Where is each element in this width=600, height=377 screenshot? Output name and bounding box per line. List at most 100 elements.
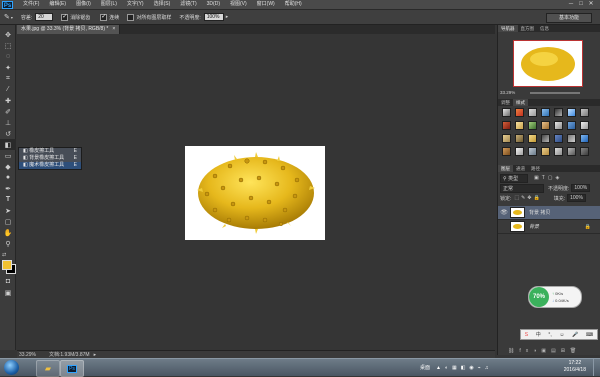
blur-tool-icon[interactable]: ◆ xyxy=(0,161,16,172)
network-monitor-widget[interactable]: 70% ↑ 0K/s ↓ 0.04K/s xyxy=(528,286,582,308)
style-swatch[interactable] xyxy=(567,134,576,143)
style-swatch[interactable] xyxy=(528,134,537,143)
menu-item[interactable]: 图层(L) xyxy=(96,0,122,9)
desktop-toolbar-label[interactable]: 桌面 xyxy=(420,364,430,371)
lock-icons[interactable]: ⬚✎✥🔒 xyxy=(514,195,541,201)
taskbar-photoshop-button[interactable]: Ps xyxy=(60,360,84,377)
fill-input[interactable]: 100% xyxy=(567,194,586,202)
minimize-button[interactable]: ─ xyxy=(566,1,576,8)
style-swatch[interactable] xyxy=(541,134,550,143)
style-swatch[interactable] xyxy=(502,121,511,130)
style-swatch[interactable] xyxy=(554,134,563,143)
eraser-tool-icon[interactable]: ◧ xyxy=(0,139,16,150)
show-desktop-button[interactable] xyxy=(593,359,600,376)
brush-tool-icon[interactable]: ✐ xyxy=(0,106,16,117)
tab-styles[interactable]: 样式 xyxy=(513,99,528,106)
foreground-color[interactable] xyxy=(2,260,12,270)
shape-tool-icon[interactable]: ▢ xyxy=(0,216,16,227)
opacity-input[interactable]: 100% xyxy=(203,13,224,21)
style-swatch[interactable] xyxy=(580,121,589,130)
zoom-tool-icon[interactable]: ⚲ xyxy=(0,238,16,249)
taskbar-explorer-button[interactable]: ▰ xyxy=(36,360,60,377)
zoom-slider[interactable] xyxy=(530,92,580,94)
screen-mode-icon[interactable]: ▣ xyxy=(0,287,16,298)
document-canvas[interactable] xyxy=(185,146,325,240)
menu-item[interactable]: 图像(I) xyxy=(71,0,96,9)
eye-icon[interactable]: 👁 xyxy=(498,209,510,216)
system-clock[interactable]: 17:22 2016/4/18 xyxy=(564,360,586,374)
ime-toolbar[interactable]: S 中 °, ☺ 🎤 ⌨ xyxy=(520,329,598,340)
flyout-item-magic-eraser[interactable]: ◧ 魔术橡皮擦工具 E xyxy=(19,162,81,169)
marquee-tool-icon[interactable]: ⬚ xyxy=(0,40,16,51)
hand-tool-icon[interactable]: ✋ xyxy=(0,227,16,238)
dodge-tool-icon[interactable]: ● xyxy=(0,172,16,183)
maximize-button[interactable]: □ xyxy=(576,1,586,8)
style-swatch[interactable] xyxy=(502,108,511,117)
pen-tool-icon[interactable]: ✒ xyxy=(0,183,16,194)
tab-adjustments[interactable]: 调整 xyxy=(498,99,513,106)
style-swatch[interactable] xyxy=(515,108,524,117)
menu-item[interactable]: 选择(S) xyxy=(149,0,176,9)
style-swatch[interactable] xyxy=(515,147,524,156)
quick-select-tool-icon[interactable]: ✦ xyxy=(0,62,16,73)
tab-paths[interactable]: 路径 xyxy=(528,165,543,172)
tab-channels[interactable]: 通道 xyxy=(513,165,528,172)
tab-close-icon[interactable]: × xyxy=(112,25,115,34)
history-brush-icon[interactable]: ↺ xyxy=(0,128,16,139)
style-swatch[interactable] xyxy=(502,134,511,143)
gradient-tool-icon[interactable]: ▭ xyxy=(0,150,16,161)
menu-item[interactable]: 编辑(E) xyxy=(44,0,71,9)
style-swatch[interactable] xyxy=(554,108,563,117)
tray-icons[interactable]: ▲◐▦◧◉⌁♫ xyxy=(436,365,493,371)
layer-row[interactable]: 背景 🔒 xyxy=(498,220,600,234)
quick-mask-icon[interactable]: ◘ xyxy=(0,276,16,287)
style-swatch[interactable] xyxy=(567,108,576,117)
layer-opacity-input[interactable]: 100% xyxy=(571,184,591,192)
blend-mode-select[interactable]: 正常 xyxy=(500,183,544,193)
all-layers-checkbox[interactable] xyxy=(127,13,135,21)
close-button[interactable]: ✕ xyxy=(586,1,596,8)
document-tab[interactable]: 水果.jpg @ 33.3% (背景 拷贝, RGB/8) * × xyxy=(17,25,121,34)
tab-layers[interactable]: 图层 xyxy=(498,165,513,172)
layer-row[interactable]: 👁 背景 拷贝 xyxy=(498,206,600,220)
menu-item[interactable]: 视图(V) xyxy=(225,0,252,9)
style-swatch[interactable] xyxy=(541,147,550,156)
style-swatch[interactable] xyxy=(515,121,524,130)
workspace-button[interactable]: 基本功能 xyxy=(546,13,592,23)
filter-kind-select[interactable]: ⚲ 类型 xyxy=(500,173,528,183)
tab-info[interactable]: 信息 xyxy=(537,25,552,32)
tab-histogram[interactable]: 直方图 xyxy=(518,25,538,32)
flyout-item-background-eraser[interactable]: ◧ 背景橡皮擦工具 E xyxy=(19,155,81,162)
navigator-thumbnail[interactable] xyxy=(513,40,583,87)
chevron-right-icon[interactable]: ▸ xyxy=(226,14,229,20)
style-swatch[interactable] xyxy=(580,134,589,143)
layer-footer-icons[interactable]: ⛓fx◑▣▤⊞🗑 xyxy=(508,348,581,354)
healing-brush-icon[interactable]: ✚ xyxy=(0,95,16,106)
menu-item[interactable]: 帮助(H) xyxy=(280,0,307,9)
flyout-item-eraser[interactable]: ◧ 橡皮擦工具 E xyxy=(19,148,81,155)
crop-tool-icon[interactable]: ⌗ xyxy=(0,73,16,84)
type-tool-icon[interactable]: T xyxy=(0,194,16,205)
navigator-zoom-value[interactable]: 33.29% xyxy=(500,90,515,95)
menu-item[interactable]: 文字(Y) xyxy=(122,0,149,9)
clone-stamp-icon[interactable]: ⊥ xyxy=(0,117,16,128)
eyedropper-tool-icon[interactable]: ⁄ xyxy=(0,84,16,95)
style-swatch[interactable] xyxy=(567,121,576,130)
style-swatch[interactable] xyxy=(554,121,563,130)
style-swatch[interactable] xyxy=(502,147,511,156)
style-swatch[interactable] xyxy=(528,108,537,117)
menu-item[interactable]: 文件(F) xyxy=(18,0,44,9)
move-tool-icon[interactable]: ✥ xyxy=(0,29,16,40)
antialias-checkbox[interactable] xyxy=(61,13,69,21)
style-swatch[interactable] xyxy=(528,147,537,156)
style-swatch[interactable] xyxy=(567,147,576,156)
contiguous-checkbox[interactable] xyxy=(100,13,108,21)
tool-preset-picker[interactable]: ✎ ▾ xyxy=(4,13,13,21)
start-button[interactable] xyxy=(4,360,19,375)
style-swatch[interactable] xyxy=(541,108,550,117)
style-swatch[interactable] xyxy=(528,121,537,130)
style-swatch[interactable] xyxy=(541,121,550,130)
menu-item[interactable]: 窗口(W) xyxy=(252,0,280,9)
menu-item[interactable]: 滤镜(T) xyxy=(175,0,201,9)
swap-colors-icon[interactable]: ⇄ xyxy=(0,249,16,260)
